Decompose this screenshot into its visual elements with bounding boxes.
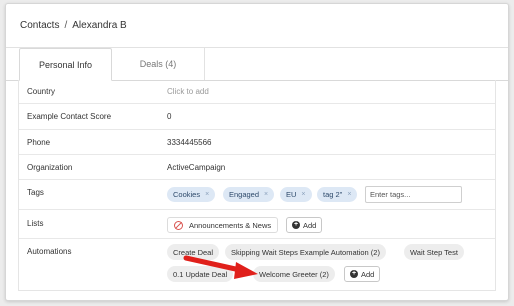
tag-input[interactable] <box>365 186 462 203</box>
tab-deals[interactable]: Deals (4) <box>112 48 205 80</box>
field-row-country: Country Click to add <box>19 80 495 104</box>
add-list-label: Add <box>303 220 317 230</box>
tag-remove-icon[interactable]: × <box>264 191 268 198</box>
automation-chip[interactable]: Skipping Wait Steps Example Automation (… <box>225 244 386 260</box>
field-value-country[interactable]: Click to add <box>167 87 209 96</box>
list-item[interactable]: Announcements & News <box>167 217 279 233</box>
field-label-lists: Lists <box>27 219 44 228</box>
breadcrumb-separator: / <box>64 20 68 31</box>
add-list-button[interactable]: + Add <box>286 217 323 233</box>
field-row-lists: Lists Announcements & News + Add <box>19 210 495 239</box>
automation-chip[interactable]: Create Deal <box>167 244 220 260</box>
field-label-tags: Tags <box>27 188 44 197</box>
tag-remove-icon[interactable]: × <box>301 191 305 198</box>
add-automation-label: Add <box>361 269 375 279</box>
field-row-automations: Automations Create Deal Skipping Wait St… <box>19 239 495 291</box>
tag-chip[interactable]: Engaged × <box>223 187 275 202</box>
tab-bar: Personal Info Deals (4) <box>6 48 508 81</box>
tag-remove-icon[interactable]: × <box>205 191 209 198</box>
automation-chip[interactable]: Welcome Greeter (2) <box>253 266 335 282</box>
breadcrumb: Contacts / Alexandra B <box>6 4 508 48</box>
field-row-phone: Phone 3334445566 <box>19 130 495 155</box>
field-value-score[interactable]: 0 <box>167 112 171 121</box>
list-item-label: Announcements & News <box>189 220 272 230</box>
tag-chip-label: Engaged <box>229 190 260 199</box>
field-label-score: Example Contact Score <box>27 112 112 121</box>
tag-chip[interactable]: EU × <box>280 187 312 202</box>
contact-name: Alexandra B <box>72 20 127 31</box>
field-row-tags: Tags Cookies × Engaged × EU × tag 2" × <box>19 180 495 210</box>
automation-chip[interactable]: 0.1 Update Deal <box>167 266 234 282</box>
breadcrumb-contacts-link[interactable]: Contacts <box>20 20 59 31</box>
tag-chip[interactable]: Cookies × <box>167 187 216 202</box>
field-value-organization[interactable]: ActiveCampaign <box>167 163 225 172</box>
field-label-organization: Organization <box>27 163 73 172</box>
no-entry-icon <box>174 220 183 230</box>
tag-chip-label: tag 2" <box>323 190 343 199</box>
plus-circle-icon: + <box>292 221 300 229</box>
field-value-phone[interactable]: 3334445566 <box>167 138 212 147</box>
personal-info-panel: Country Click to add Example Contact Sco… <box>18 80 496 291</box>
tag-chip[interactable]: tag 2" × <box>317 187 358 202</box>
tag-chip-label: Cookies <box>173 190 201 199</box>
field-label-automations: Automations <box>27 247 72 256</box>
field-label-country: Country <box>27 87 56 96</box>
tab-personal-info[interactable]: Personal Info <box>19 48 112 81</box>
field-label-phone: Phone <box>27 138 51 147</box>
automation-chip[interactable]: Wait Step Test <box>404 244 464 260</box>
tag-chip-label: EU <box>286 190 297 199</box>
add-automation-button[interactable]: + Add <box>344 266 381 282</box>
plus-circle-icon: + <box>350 270 358 278</box>
field-row-score: Example Contact Score 0 <box>19 104 495 130</box>
field-row-organization: Organization ActiveCampaign <box>19 155 495 180</box>
tag-remove-icon[interactable]: × <box>347 191 351 198</box>
